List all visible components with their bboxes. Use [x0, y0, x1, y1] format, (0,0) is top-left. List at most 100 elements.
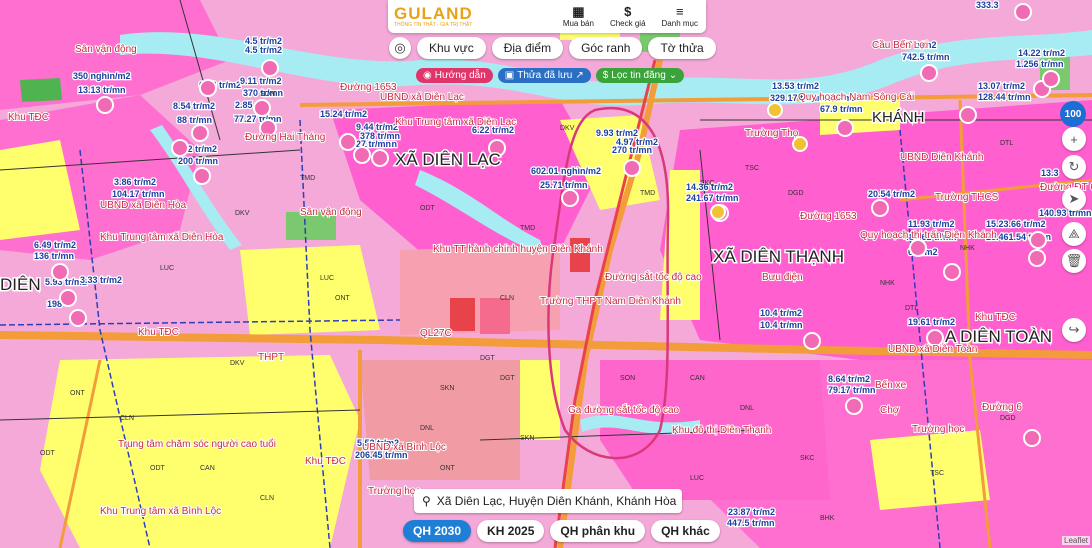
listing-marker[interactable] [623, 159, 641, 177]
listing-marker[interactable] [920, 64, 938, 82]
filter-goc-ranh[interactable]: Góc ranh [569, 37, 643, 59]
saved-parcels-button[interactable]: ▣ Thửa đã lưu ↗ [497, 68, 591, 83]
top-menu: ▦ Mua bán $ Check giá ≡ Danh mục [555, 4, 706, 29]
land-code: CAN [200, 465, 215, 472]
tab-qh-khac[interactable]: QH khác [651, 520, 720, 542]
land-code: CAN [690, 375, 705, 382]
listing-marker[interactable] [193, 167, 211, 185]
landmark-label: Bến xe [875, 379, 907, 391]
land-code: SON [260, 91, 275, 98]
listing-marker[interactable] [199, 79, 217, 97]
listing-marker[interactable] [836, 119, 854, 137]
listing-marker[interactable] [96, 96, 114, 114]
measure-icon: ⟁ [1068, 226, 1080, 241]
listing-marker[interactable] [767, 102, 783, 118]
price-label: 742.5 tr/mn [902, 52, 950, 62]
listing-marker[interactable] [353, 146, 371, 164]
listing-marker[interactable] [943, 263, 961, 281]
listing-marker[interactable] [803, 332, 821, 350]
menu-danh-muc[interactable]: ≡ Danh mục [662, 5, 698, 29]
bookmark-icon: ▣ [504, 70, 515, 81]
price-label: 140.93 tr/mn [1039, 208, 1092, 218]
landmark-label: Khu TĐC [975, 312, 1016, 323]
listing-marker[interactable] [1042, 70, 1060, 88]
plus-icon: + [1070, 131, 1078, 147]
address-text: Xã Diên Lạc, Huyện Diên Khánh, Khánh Hòa [436, 494, 677, 508]
price-label: 9.11 tr/m2 [240, 76, 282, 86]
tab-kh-2025[interactable]: KH 2025 [477, 520, 545, 542]
zoom-in-button[interactable]: + [1062, 127, 1086, 151]
zoom-level-badge: 100 [1060, 101, 1086, 127]
listing-marker[interactable] [339, 133, 357, 151]
price-label: 88 tr/mn [177, 115, 212, 125]
listing-marker[interactable] [909, 239, 927, 257]
price-label: 13.53 tr/m2 [772, 81, 819, 91]
landmark-label: Đường 6 [982, 402, 1022, 413]
place-name: DIÊN [0, 275, 41, 294]
listing-marker[interactable] [1014, 3, 1032, 21]
filter-khu-vuc[interactable]: Khu vực [417, 37, 486, 59]
price-label: 23.87 tr/m2 [728, 507, 775, 517]
price-label: 270 tr/mn [612, 145, 652, 155]
listing-marker[interactable] [253, 99, 271, 117]
land-code: DTL [905, 305, 918, 312]
dollar-icon: $ [624, 4, 632, 19]
delete-button[interactable]: 🗑 [1062, 249, 1086, 273]
navigate-button[interactable]: ➤ [1062, 187, 1086, 211]
listing-marker[interactable] [959, 106, 977, 124]
price-label: 6.49 tr/m2 [34, 240, 76, 250]
land-code: TMD [640, 190, 655, 197]
listing-marker[interactable] [51, 263, 69, 281]
price-label: 8.64 tr/m2 [828, 374, 870, 384]
price-label: 333.3 [976, 0, 999, 10]
filter-dia-diem[interactable]: Địa điểm [491, 37, 564, 59]
share-button[interactable]: ↪ [1062, 318, 1086, 342]
listing-marker[interactable] [710, 204, 726, 220]
land-code: DGD [788, 190, 804, 197]
measure-button[interactable]: ⟁ [1062, 222, 1086, 246]
listing-marker[interactable] [561, 189, 579, 207]
listing-marker[interactable] [1023, 429, 1041, 447]
logo-tagline: THÔNG TIN THẬT · GIÁ TRỊ THẬT [394, 22, 473, 28]
locate-icon[interactable]: ◎ [389, 37, 411, 59]
landmark-label: Đường sắt tốc độ cao [605, 270, 702, 283]
listing-marker[interactable] [845, 397, 863, 415]
tab-qh-phan-khu[interactable]: QH phân khu [550, 520, 646, 542]
chevron-down-icon: ⌄ [668, 70, 678, 81]
listing-marker[interactable] [1029, 231, 1047, 249]
price-label: 136 tr/mn [34, 251, 74, 261]
logo[interactable]: GULAND THÔNG TIN THẬT · GIÁ TRỊ THẬT [394, 5, 514, 28]
tab-qh-2030[interactable]: QH 2030 [403, 520, 472, 542]
landmark-label: Khu Trung tâm xã Diên Lạc [395, 117, 516, 128]
listing-marker[interactable] [171, 139, 189, 157]
listing-marker[interactable] [371, 149, 389, 167]
listing-marker[interactable] [69, 309, 87, 327]
chip-label: Hướng dẫn [434, 70, 486, 81]
location-pin-icon: ⚲ [422, 494, 431, 508]
listing-marker[interactable] [871, 199, 889, 217]
guide-button[interactable]: ◉ Hướng dẫn [416, 68, 493, 83]
landmark-label: UBND xã Diên Hòa [100, 200, 187, 211]
filter-to-thua[interactable]: Tờ thửa [648, 37, 716, 59]
listing-marker[interactable] [792, 136, 808, 152]
listing-marker[interactable] [59, 289, 77, 307]
price-label: 10.4 tr/m2 [760, 308, 802, 318]
land-code: SKC [700, 180, 714, 187]
menu-check-gia[interactable]: $ Check giá [610, 4, 646, 29]
price-label: 1.256 tr/mn [1016, 59, 1064, 69]
listing-marker[interactable] [191, 124, 209, 142]
land-code: TMD [520, 225, 535, 232]
price-label: 2.85 [235, 100, 253, 110]
menu-mua-ban[interactable]: ▦ Mua bán [563, 5, 594, 29]
listing-marker[interactable] [1028, 249, 1046, 267]
landmark-label: Quy hoạch Nam Sông Cái [798, 92, 914, 103]
listing-marker[interactable] [261, 59, 279, 77]
landmark-label: Ga đường sắt tốc độ cao [568, 403, 680, 416]
land-code: DKV [230, 360, 245, 367]
address-bar[interactable]: ⚲ Xã Diên Lạc, Huyện Diên Khánh, Khánh H… [414, 489, 682, 513]
landmark-label: Khu TT hành chính huyện Diên Khánh [433, 244, 603, 255]
land-code: DKV [560, 125, 575, 132]
filter-listings-button[interactable]: $ Lọc tin đăng ⌄ [595, 68, 685, 83]
landmark-label: Cầu Bến Lợi [872, 39, 928, 51]
refresh-button[interactable]: ↻ [1062, 155, 1086, 179]
